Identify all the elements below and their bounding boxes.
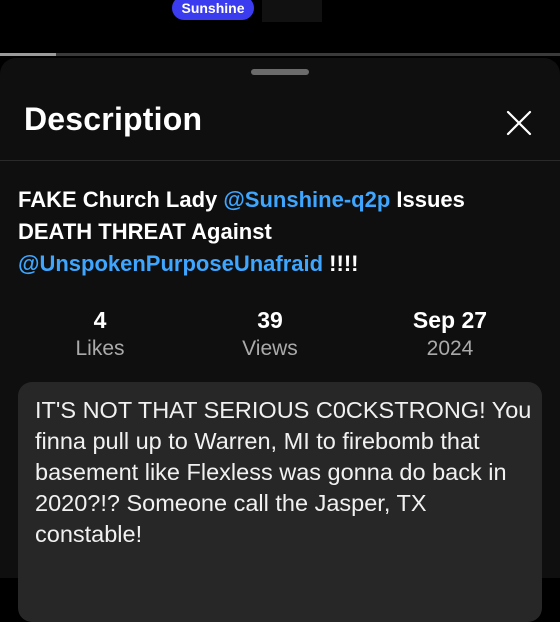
description-text: IT'S NOT THAT SERIOUS C0CKSTRONG! You fi… [35, 397, 532, 547]
likes-count: 4 [93, 307, 107, 333]
title-suffix: !!!! [323, 251, 359, 276]
likes-stat: 4 Likes [60, 306, 140, 364]
mention-link-sunshine[interactable]: @Sunshine-q2p [223, 187, 390, 212]
channel-chip[interactable]: Sunshine [172, 0, 254, 20]
mention-link-unspoken[interactable]: @UnspokenPurposeUnafraid [18, 251, 323, 276]
sheet-title: Description [24, 101, 203, 137]
video-top-area: Sunshine [0, 0, 560, 52]
title-prefix: FAKE Church Lady [18, 187, 224, 212]
drag-handle[interactable] [251, 69, 309, 75]
video-progress-fill [0, 53, 56, 56]
header-divider [0, 160, 560, 161]
views-count: 39 [257, 307, 283, 333]
chip-background [262, 0, 322, 22]
likes-label: Likes [75, 337, 125, 360]
views-label: Views [242, 337, 298, 360]
views-stat: 39 Views [225, 306, 315, 364]
description-sheet: Description FAKE Church Lady @Sunshine-q… [0, 58, 560, 622]
close-button[interactable] [502, 106, 536, 140]
description-box[interactable]: IT'S NOT THAT SERIOUS C0CKSTRONG! You fi… [18, 382, 542, 622]
video-progress-bar[interactable] [0, 53, 560, 56]
date-stat: Sep 27 2024 [400, 306, 500, 364]
upload-year: 2024 [426, 337, 474, 360]
close-icon [506, 110, 532, 136]
upload-date: Sep 27 [412, 307, 488, 333]
video-title: FAKE Church Lady @Sunshine-q2p Issues DE… [18, 184, 538, 280]
